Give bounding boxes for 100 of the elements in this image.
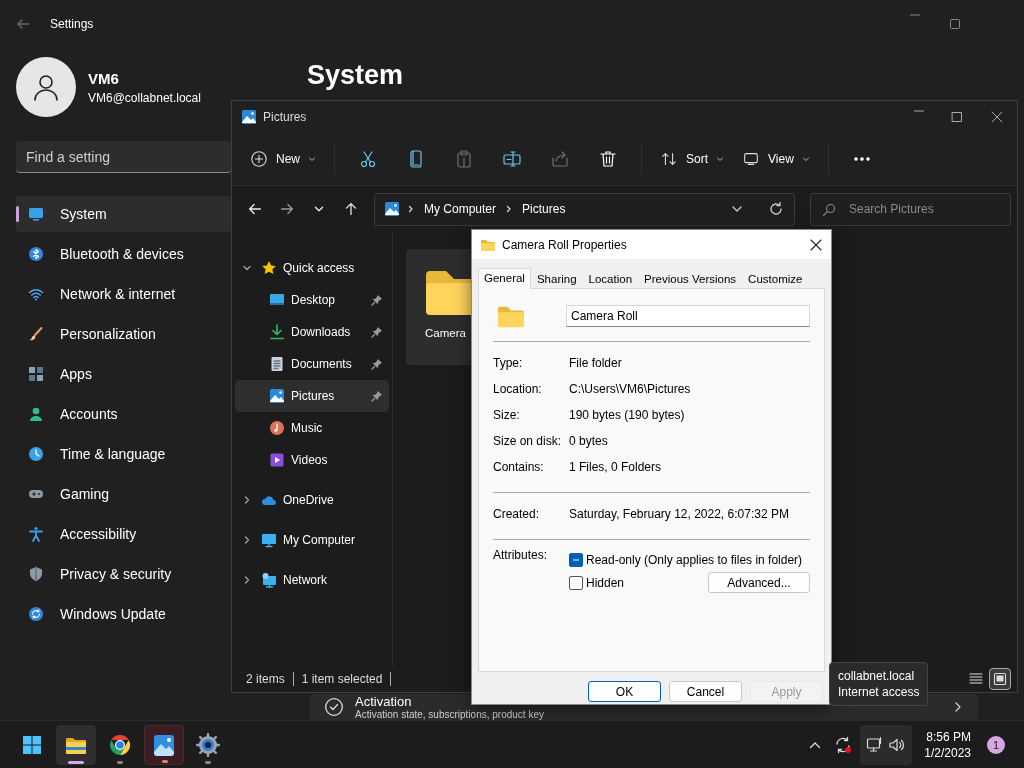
property-label: Location: (493, 382, 543, 396)
search-field[interactable]: Search Pictures (810, 192, 1011, 226)
grid-icon (28, 366, 44, 382)
property-value: 190 bytes (190 bytes) (569, 408, 685, 422)
checkbox-label: Read-only (Only applies to files in folder) (586, 552, 803, 567)
clock-icon (28, 446, 44, 462)
minimize-icon (910, 14, 920, 16)
nav-item[interactable]: Windows Update (16, 596, 231, 632)
property-value: 0 bytes (569, 434, 608, 448)
caret-icon (716, 155, 725, 163)
share-icon (550, 149, 570, 169)
shield-icon (28, 566, 44, 582)
check-circle-icon (325, 698, 343, 716)
plus-circle-icon (250, 150, 268, 168)
page-title: System (307, 60, 405, 91)
breadcrumb-link[interactable]: My Computer (422, 202, 499, 216)
property-value: Saturday, February 12, 2022, 6:07:32 PM (569, 507, 789, 521)
landscape-icon (241, 109, 257, 125)
tree-item[interactable]: Documents (235, 348, 389, 380)
property-value: C:\Users\VM6\Pictures (569, 382, 691, 396)
tree-item[interactable]: Downloads (235, 316, 389, 348)
nav-item[interactable]: Apps (16, 356, 231, 392)
breadcrumb-link[interactable]: Pictures (520, 202, 568, 216)
status-text: 1 item selected (301, 672, 383, 686)
nav-item[interactable]: Accessibility (16, 516, 231, 552)
address-bar[interactable]: My Computer Pictures (374, 192, 795, 226)
tree-item[interactable]: Network (235, 564, 389, 596)
dialog-button[interactable]: Cancel (669, 681, 742, 702)
user-email: VM6@collabnet.local (88, 90, 201, 105)
tree-item[interactable]: Pictures (235, 380, 389, 412)
activation-subtitle: Activation state, subscriptions, product key (355, 708, 544, 720)
video-icon (269, 452, 285, 468)
dialog-button[interactable]: OK (588, 681, 661, 702)
sort-icon (660, 150, 678, 168)
bluetooth-icon (28, 246, 44, 262)
tree-item[interactable]: Music (235, 412, 389, 444)
menu-button[interactable]: New (244, 141, 322, 177)
brush-icon (28, 326, 44, 342)
accessibility-icon (28, 526, 44, 542)
folder-icon (480, 237, 496, 252)
menu-button[interactable]: Sort (654, 141, 731, 177)
close-icon (990, 110, 1004, 124)
tray-button[interactable] (860, 724, 913, 765)
nav-item[interactable]: Network & internet (16, 276, 231, 312)
checkbox[interactable] (569, 552, 583, 567)
nav-item[interactable]: Accounts (16, 396, 231, 432)
caret-icon (801, 155, 810, 163)
tab[interactable]: General (478, 268, 531, 289)
back-arrow-icon[interactable] (16, 17, 30, 31)
maximize-icon (950, 110, 964, 124)
landscape-icon (152, 732, 176, 757)
minimize-icon (914, 110, 924, 112)
checkbox[interactable] (569, 575, 583, 590)
taskbar-button[interactable] (56, 724, 96, 765)
refresh-icon (28, 606, 44, 622)
notification-badge[interactable]: 1 (987, 735, 1005, 754)
nav-item[interactable]: Personalization (16, 316, 231, 352)
gear-icon (196, 732, 220, 757)
colored-ring-icon (108, 732, 132, 757)
clock-date: 1/2/2023 (924, 744, 971, 761)
tree-item[interactable]: Desktop (235, 284, 389, 316)
person-icon (31, 72, 61, 102)
tooltip-text: collabnet.local (838, 668, 916, 684)
property-value: 1 Files, 0 Folders (569, 460, 662, 474)
search-icon (822, 202, 836, 217)
more-icon (853, 157, 870, 161)
menu-button[interactable]: View (736, 141, 816, 177)
tree-item[interactable]: Quick access (235, 252, 389, 284)
view-toggle[interactable] (989, 668, 1011, 690)
clock[interactable]: 8:56 PM 1/2/2023 (918, 728, 977, 761)
dialog-title: Camera Roll Properties (502, 237, 627, 252)
activation-title: Activation (355, 694, 413, 709)
property-label: Contains: (493, 460, 545, 474)
search-field[interactable]: Find a setting (16, 141, 231, 173)
tree-item[interactable]: OneDrive (235, 484, 389, 516)
star-icon (261, 260, 277, 276)
chevron-right-icon (407, 205, 415, 213)
tree-item[interactable]: My Computer (235, 524, 389, 556)
name-field[interactable]: Camera Roll (566, 305, 810, 327)
trash-icon (598, 149, 618, 169)
tree-item[interactable]: Videos (235, 444, 389, 476)
grid-icon (22, 734, 42, 755)
nav-item[interactable]: Gaming (16, 476, 231, 512)
nav-item[interactable]: Bluetooth & devices (16, 236, 231, 272)
property-label: Size on disk: (493, 434, 563, 448)
taskbar-button[interactable] (144, 724, 184, 765)
selection-indicator (16, 206, 19, 222)
nav-item[interactable]: System (16, 196, 231, 232)
landscape-icon (384, 201, 400, 217)
caret-icon (308, 155, 316, 163)
close-icon[interactable] (809, 237, 823, 252)
download-icon (269, 324, 285, 340)
music-icon (269, 420, 285, 436)
advanced-button[interactable]: Advanced... (708, 572, 810, 593)
nav-item[interactable]: Time & language (16, 436, 231, 472)
rename-icon (502, 149, 522, 169)
scissors-icon (358, 149, 378, 169)
landscape-icon (269, 388, 285, 404)
nav-item[interactable]: Privacy & security (16, 556, 231, 592)
monitor-icon (742, 150, 761, 168)
